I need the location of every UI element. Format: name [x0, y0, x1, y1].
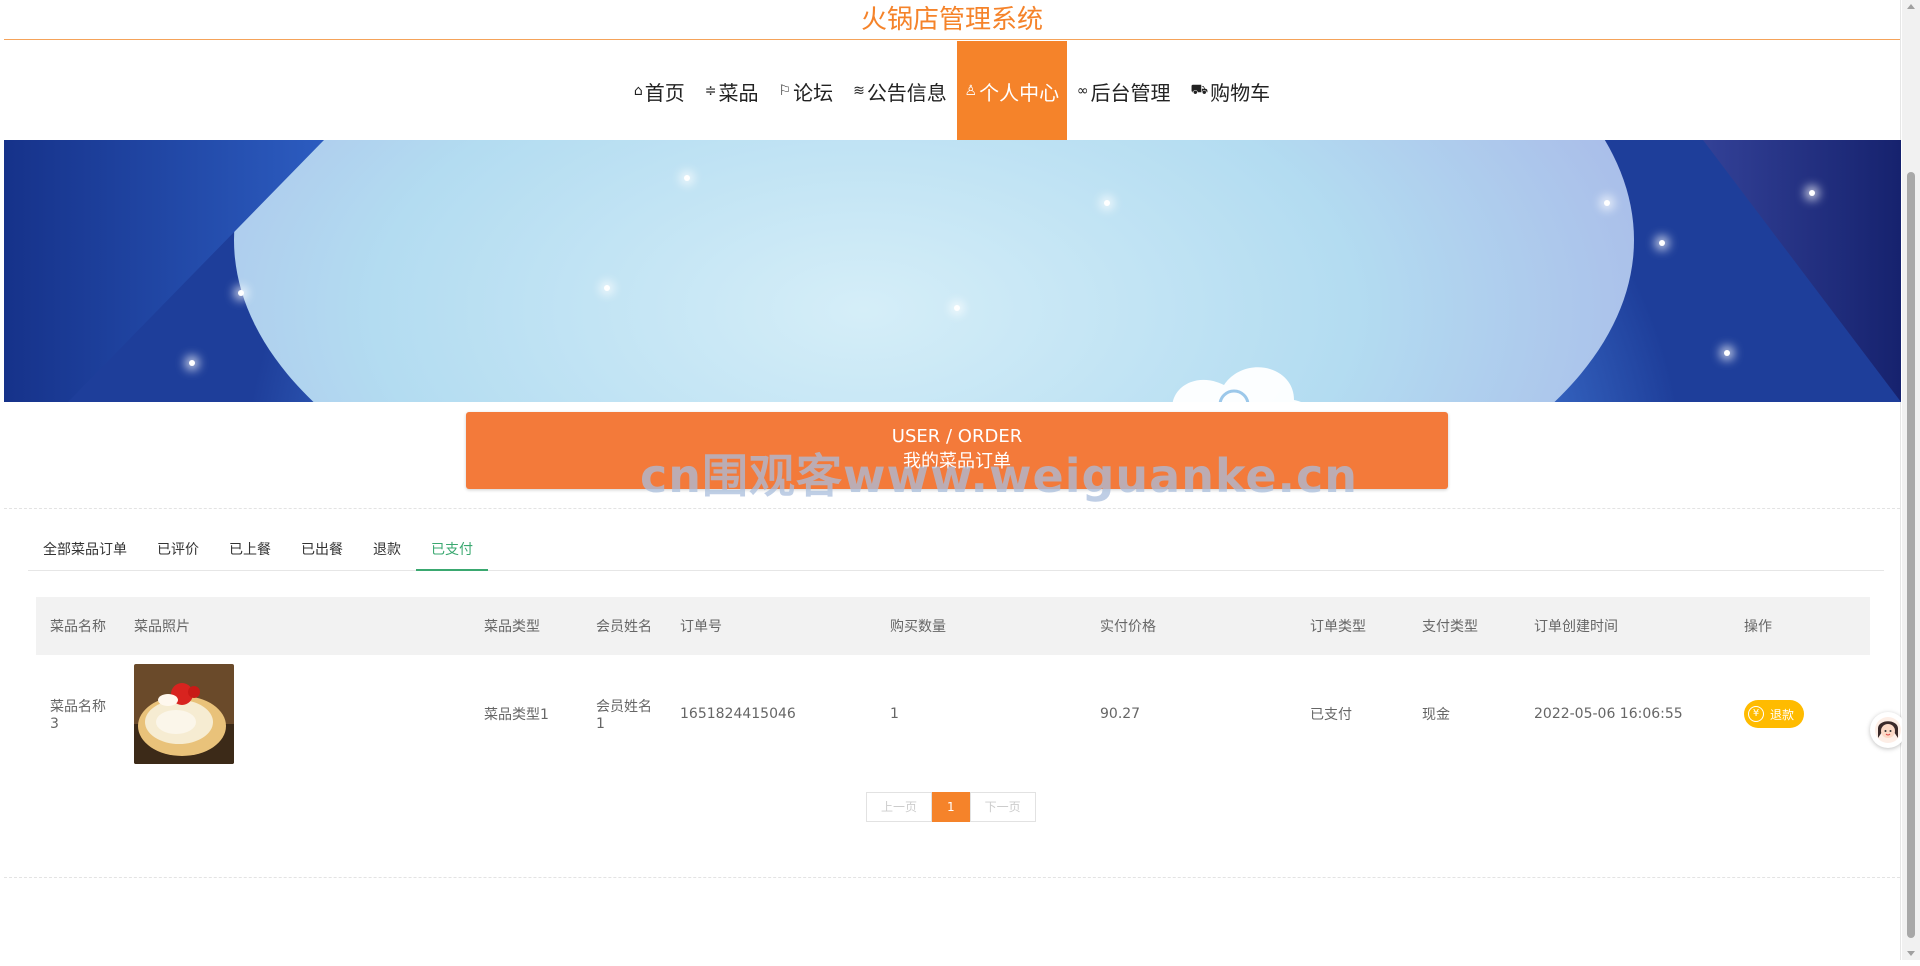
scroll-up-arrow[interactable] — [1907, 4, 1915, 9]
nav-dishes[interactable]: ≑ 菜品 — [695, 41, 769, 141]
star — [189, 360, 195, 366]
star — [1659, 240, 1665, 246]
nav-label: 公告信息 — [866, 80, 947, 105]
cell-pay-type: 现金 — [1422, 707, 1450, 723]
star — [1809, 190, 1815, 196]
order-header-en: USER / ORDER — [891, 426, 1023, 447]
cell-qty: 1 — [890, 706, 899, 722]
nav-label: 首页 — [644, 80, 685, 105]
tab-dispatched[interactable]: 已出餐 — [286, 529, 358, 571]
star — [1604, 200, 1610, 206]
table-header-row: 菜品名称 菜品照片 菜品类型 会员姓名 订单号 购买数量 实付价格 订单类型 支… — [36, 597, 1870, 655]
tab-refund[interactable]: 退款 — [358, 529, 416, 571]
tab-all-orders[interactable]: 全部菜品订单 — [28, 529, 142, 571]
cloud-decoration — [1172, 367, 1301, 402]
cell-member: 会员姓名1 — [596, 699, 652, 732]
nav-home[interactable]: ⌂ 首页 — [624, 41, 695, 141]
nav-label: 论坛 — [793, 80, 834, 105]
nav-admin[interactable]: ∞ 后台管理 — [1067, 41, 1181, 141]
layers-icon: ≋ — [853, 83, 865, 99]
table-row: 菜品名称3 菜品类型1 会员姓名1 1651824415046 1 90.27 … — [36, 655, 1870, 773]
flag-icon: ⚐ — [778, 83, 792, 99]
cell-price: 90.27 — [1100, 706, 1141, 722]
col-header: 菜品照片 — [134, 619, 190, 635]
col-header: 支付类型 — [1422, 619, 1478, 635]
star — [1724, 350, 1730, 356]
pagination: 上一页 1 下一页 — [866, 792, 1036, 822]
site-title: 火锅店管理系统 — [4, 0, 1900, 40]
col-header: 实付价格 — [1100, 619, 1156, 635]
refund-button[interactable]: ¥ 退款 — [1744, 700, 1805, 728]
orders-table: 菜品名称 菜品照片 菜品类型 会员姓名 订单号 购买数量 实付价格 订单类型 支… — [36, 597, 1870, 773]
scroll-down-arrow[interactable] — [1907, 951, 1915, 956]
vertical-scrollbar[interactable] — [1902, 0, 1920, 960]
star — [604, 285, 610, 291]
home-icon: ⌂ — [633, 83, 643, 99]
nav-notices[interactable]: ≋ 公告信息 — [843, 41, 957, 141]
avatar-icon — [1875, 717, 1901, 743]
tab-served[interactable]: 已上餐 — [214, 529, 286, 571]
order-header-cn: 我的菜品订单 — [903, 451, 1011, 472]
cell-photo — [120, 655, 470, 773]
orders-panel: 全部菜品订单 已评价 已上餐 已出餐 退款 已支付 菜品名称 菜品照片 菜品类型… — [4, 508, 1900, 878]
col-header: 订单创建时间 — [1534, 619, 1618, 635]
nav-label: 个人中心 — [979, 80, 1060, 105]
cell-dish-name: 菜品名称3 — [50, 699, 106, 732]
order-tabs: 全部菜品订单 已评价 已上餐 已出餐 退款 已支付 — [28, 529, 1884, 571]
support-avatar-button[interactable] — [1870, 712, 1906, 748]
star — [954, 305, 960, 311]
order-section-header: USER / ORDER 我的菜品订单 — [466, 412, 1448, 489]
cell-order-type: 已支付 — [1310, 707, 1352, 723]
nav-cart[interactable]: ⛟ 购物车 — [1180, 41, 1280, 141]
col-header: 订单号 — [680, 619, 722, 635]
star — [238, 290, 244, 296]
col-header: 操作 — [1744, 619, 1772, 635]
refund-label: 退款 — [1770, 707, 1795, 722]
nav-label: 后台管理 — [1090, 80, 1171, 105]
tab-reviewed[interactable]: 已评价 — [142, 529, 214, 571]
scroll-thumb[interactable] — [1907, 172, 1915, 938]
main-nav: ⌂ 首页 ≑ 菜品 ⚐ 论坛 ≋ 公告信息 ♙ 个人中心 ∞ 后台管理 ⛟ 购物… — [4, 41, 1900, 141]
col-header: 菜品类型 — [484, 619, 540, 635]
col-header: 订单类型 — [1310, 619, 1366, 635]
nav-forum[interactable]: ⚐ 论坛 — [769, 41, 844, 141]
list-icon: ≑ — [704, 83, 717, 99]
dish-photo — [134, 664, 234, 764]
banner-carousel[interactable] — [4, 140, 1901, 402]
col-header: 菜品名称 — [50, 619, 106, 635]
cell-order-no: 1651824415046 — [680, 706, 796, 722]
page: 火锅店管理系统 ⌂ 首页 ≑ 菜品 ⚐ 论坛 ≋ 公告信息 ♙ 个人中心 ∞ 后… — [4, 0, 1906, 960]
cart-icon: ⛟ — [1190, 82, 1209, 98]
tab-paid[interactable]: 已支付 — [416, 529, 488, 571]
star — [1104, 200, 1110, 206]
cell-actions: ¥ 退款 — [1730, 655, 1870, 773]
next-page-button[interactable]: 下一页 — [969, 792, 1036, 822]
col-header: 购买数量 — [890, 619, 946, 635]
nav-label: 菜品 — [718, 80, 759, 105]
current-page[interactable]: 1 — [932, 792, 970, 822]
banner-moon — [234, 140, 1634, 402]
cell-dish-type: 菜品类型1 — [484, 707, 549, 723]
link-icon: ∞ — [1076, 83, 1089, 99]
cell-created: 2022-05-06 16:06:55 — [1534, 706, 1683, 722]
user-icon: ♙ — [964, 83, 978, 99]
nav-label: 购物车 — [1210, 80, 1271, 105]
prev-page-button[interactable]: 上一页 — [866, 792, 933, 822]
col-header: 会员姓名 — [596, 619, 652, 635]
nav-profile[interactable]: ♙ 个人中心 — [956, 41, 1067, 141]
yen-icon: ¥ — [1748, 706, 1764, 722]
star — [684, 175, 690, 181]
